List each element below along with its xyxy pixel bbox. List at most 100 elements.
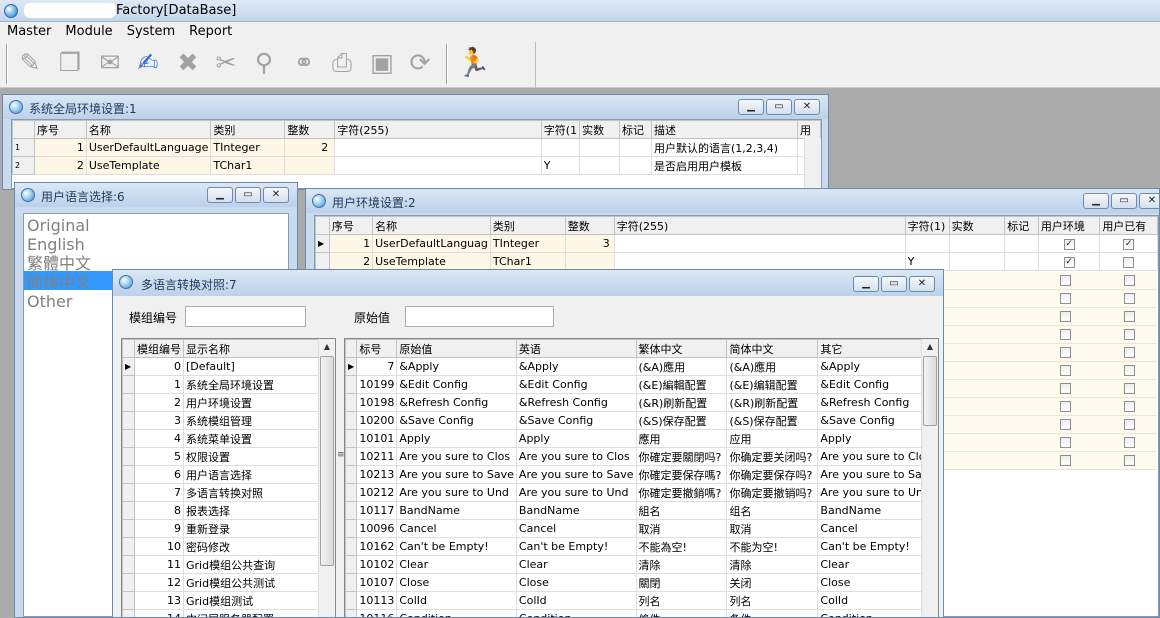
close-button[interactable]: ✕ xyxy=(263,187,289,203)
scroll-up-button[interactable]: ▲ xyxy=(319,339,335,355)
user-has-checkbox[interactable] xyxy=(1124,365,1135,376)
other-cell[interactable]: Are you sure to Und xyxy=(817,483,938,502)
row-indicator[interactable] xyxy=(345,537,358,556)
delete-icon[interactable]: ✖ xyxy=(172,47,204,79)
english-cell[interactable]: Can't be Empty! xyxy=(515,537,637,556)
module-id-cell[interactable]: 1 xyxy=(134,375,184,394)
real-cell[interactable] xyxy=(948,252,1006,271)
column-header[interactable]: 英语 xyxy=(515,339,637,358)
module-id-cell[interactable]: 8 xyxy=(134,501,184,520)
row-indicator[interactable] xyxy=(345,447,358,466)
row-indicator[interactable] xyxy=(345,483,358,502)
row-indicator[interactable] xyxy=(345,465,358,484)
traditional-chinese-cell[interactable]: (&S)保存配置 xyxy=(635,411,728,430)
row-indicator[interactable]: ▶ xyxy=(345,357,358,376)
maximize-button[interactable]: ▭ xyxy=(235,187,261,203)
table-row[interactable]: 1 系统全局环境设置 xyxy=(122,375,322,394)
row-indicator[interactable] xyxy=(122,393,135,412)
module-id-input[interactable] xyxy=(185,306,306,327)
table-row[interactable]: 10213 Are you sure to Save Are you sure to… xyxy=(345,465,938,484)
display-name-cell[interactable]: [Default] xyxy=(183,357,322,376)
table-row[interactable]: ▶ 7 &Apply &Apply (&A)應用 (&A)應用 &Apply xyxy=(345,357,938,376)
user-env-checkbox[interactable] xyxy=(1060,401,1071,412)
display-name-cell[interactable]: 中间层服务器配置 xyxy=(183,609,322,617)
other-cell[interactable]: Are you sure to Clos xyxy=(817,447,938,466)
row-indicator[interactable] xyxy=(345,501,358,520)
english-cell[interactable]: Are you sure to Save xyxy=(515,465,637,484)
column-header[interactable]: 名称 xyxy=(372,216,491,235)
menu-master[interactable]: Master xyxy=(0,22,58,39)
display-name-cell[interactable]: Grid模组测试 xyxy=(183,591,322,610)
display-name-cell[interactable]: 密码修改 xyxy=(183,537,322,556)
maximize-button[interactable]: ▭ xyxy=(1111,193,1137,209)
column-header[interactable]: 用 xyxy=(796,120,821,139)
window-title-bar[interactable]: 系统全局环境设置:1 ▁ ▭ ✕ xyxy=(3,95,828,119)
original-cell[interactable]: &Apply xyxy=(396,357,517,376)
save-icon[interactable]: ▣ xyxy=(366,47,398,79)
table-row[interactable]: 10211 Are you sure to Clos Are you sure to… xyxy=(345,447,938,466)
char255-cell[interactable] xyxy=(613,252,906,271)
display-name-cell[interactable]: 系统全局环境设置 xyxy=(183,375,322,394)
vertical-scrollbar[interactable]: ▲ xyxy=(318,339,335,617)
open-icon[interactable]: ✉ xyxy=(94,47,126,79)
id-cell[interactable]: 10107 xyxy=(356,573,398,592)
other-cell[interactable]: &Refresh Config xyxy=(817,393,938,412)
column-header[interactable]: 简体中文 xyxy=(726,339,819,358)
row-indicator[interactable] xyxy=(122,591,135,610)
table-row[interactable]: 10200 &Save Config &Save Config (&S)保存配置 (&S… xyxy=(345,411,938,430)
row-indicator[interactable] xyxy=(345,609,358,617)
int-cell[interactable] xyxy=(564,252,615,271)
column-header[interactable]: 序号 xyxy=(328,216,374,235)
row-indicator[interactable] xyxy=(122,555,135,574)
original-cell[interactable]: Are you sure to Save xyxy=(396,465,517,484)
vertical-scrollbar[interactable] xyxy=(804,138,821,188)
other-cell[interactable]: Apply xyxy=(817,429,938,448)
traditional-chinese-cell[interactable]: (&R)刷新配置 xyxy=(635,393,728,412)
column-header[interactable]: 实数 xyxy=(579,120,621,139)
flag-cell[interactable] xyxy=(619,156,652,175)
table-row[interactable]: 10212 Are you sure to Und Are you sure to … xyxy=(345,483,938,502)
display-name-cell[interactable]: Grid模组公共查询 xyxy=(183,555,322,574)
traditional-chinese-cell[interactable]: (&E)編輯配置 xyxy=(635,375,728,394)
row-indicator[interactable] xyxy=(122,447,135,466)
table-row[interactable]: 6 用户语言选择 xyxy=(122,465,322,484)
traditional-chinese-cell[interactable]: 組名 xyxy=(635,501,728,520)
scroll-thumb[interactable] xyxy=(923,356,937,426)
user-env-checkbox[interactable] xyxy=(1060,311,1071,322)
running-man-exit-icon[interactable]: 🏃 xyxy=(456,47,491,79)
column-header[interactable]: 标记 xyxy=(619,120,652,139)
user-has-checkbox[interactable] xyxy=(1124,401,1135,412)
language-option-original[interactable]: Original xyxy=(24,214,288,235)
english-cell[interactable]: Are you sure to Und xyxy=(515,483,637,502)
global-settings-window[interactable]: 系统全局环境设置:1 ▁ ▭ ✕ 序号 名称 类别 整数 字符(255) 字符(1 … xyxy=(2,94,829,190)
seq-cell[interactable]: 1 xyxy=(328,234,374,253)
window-title-bar[interactable]: 多语言转换对照:7 ▁ ▭ ✕ xyxy=(113,270,943,296)
display-name-cell[interactable]: 重新登录 xyxy=(183,519,322,538)
char255-cell[interactable] xyxy=(613,234,906,253)
seq-cell[interactable]: 2 xyxy=(33,156,87,175)
type-cell[interactable]: TInteger xyxy=(489,234,566,253)
user-has-checkbox[interactable] xyxy=(1124,275,1135,286)
simplified-chinese-cell[interactable]: (&S)保存配置 xyxy=(726,411,819,430)
char1-cell[interactable] xyxy=(540,138,581,157)
row-indicator[interactable] xyxy=(122,465,135,484)
traditional-chinese-cell[interactable]: 你確定要關閉吗? xyxy=(635,447,728,466)
name-cell[interactable]: UserDefaultLanguag xyxy=(372,234,491,253)
row-indicator[interactable] xyxy=(345,411,358,430)
type-cell[interactable]: TInteger xyxy=(210,138,286,157)
vertical-scrollbar[interactable]: ▲ xyxy=(921,339,938,617)
window-title-bar[interactable]: 用户环境设置:2 ▁ ▭ ✕ xyxy=(306,189,1159,213)
other-cell[interactable]: Close xyxy=(817,573,938,592)
int-cell[interactable]: 3 xyxy=(564,234,615,253)
display-name-cell[interactable]: 用户语言选择 xyxy=(183,465,322,484)
module-id-cell[interactable]: 14 xyxy=(134,609,184,617)
column-header[interactable]: 标记 xyxy=(1004,216,1039,235)
column-header[interactable]: 序号 xyxy=(33,120,87,139)
int-cell[interactable]: 2 xyxy=(284,138,336,157)
id-cell[interactable]: 10117 xyxy=(356,501,398,520)
original-cell[interactable]: &Save Config xyxy=(396,411,517,430)
print-icon[interactable]: ⎙ xyxy=(326,47,358,79)
table-row[interactable]: 13 Grid模组测试 xyxy=(122,591,322,610)
name-cell[interactable]: UseTemplate xyxy=(372,252,491,271)
simplified-chinese-cell[interactable]: 取消 xyxy=(726,519,819,538)
